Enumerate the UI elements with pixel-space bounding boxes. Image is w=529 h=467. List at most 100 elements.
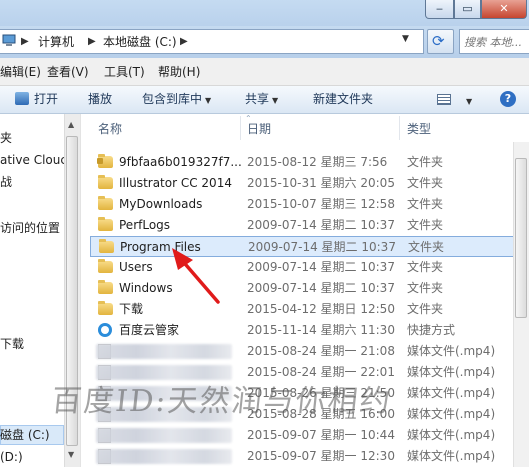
breadcrumb-separator[interactable]: ▶	[88, 34, 96, 50]
nav-item-downloads[interactable]: 下载	[0, 336, 24, 352]
minimize-button[interactable]: ‒	[425, 0, 454, 19]
window-title-bar: ‒ ▭ ✕	[0, 0, 529, 26]
play-button[interactable]: 播放	[88, 91, 112, 107]
open-icon	[15, 92, 29, 105]
file-row[interactable]: Illustrator CC 2014 2015-10-31 星期六 20:05 文…	[90, 173, 529, 194]
file-type: 文件夹	[407, 176, 444, 190]
share-button[interactable]: 共享 ▼	[245, 91, 278, 109]
close-icon: ✕	[499, 2, 509, 15]
maximize-button[interactable]: ▭	[454, 0, 481, 19]
file-name: Windows	[119, 281, 173, 295]
search-box[interactable]	[459, 29, 529, 54]
redacted-file-name	[96, 428, 232, 443]
column-divider[interactable]	[240, 116, 241, 140]
folder-icon	[98, 301, 113, 315]
file-row[interactable]: 2015-08-24 星期一 21:08 媒体文件(.mp4)	[90, 341, 529, 362]
lock-folder-icon	[97, 154, 113, 168]
column-header-name[interactable]: 名称	[98, 121, 122, 137]
menu-help[interactable]: 帮助(H)	[158, 64, 200, 80]
include-in-library-label: 包含到库中	[142, 92, 203, 106]
folder-icon	[98, 217, 113, 231]
folder-icon	[99, 239, 114, 253]
file-type: 文件夹	[407, 260, 444, 274]
file-type: 文件夹	[407, 302, 444, 316]
file-row[interactable]: 9fbfaa6b019327f7... 2015-08-12 星期三 7:56 文件…	[90, 152, 529, 173]
file-row[interactable]: 2015-09-07 星期一 10:44 媒体文件(.mp4)	[90, 425, 529, 446]
new-folder-button[interactable]: 新建文件夹	[313, 91, 373, 107]
breadcrumb-local-disk-c[interactable]: 本地磁盘 (C:)	[103, 34, 177, 50]
file-row[interactable]: 百度云管家 2015-11-14 星期六 11:30 快捷方式	[90, 320, 529, 341]
chevron-down-icon: ▼	[205, 96, 212, 105]
file-date: 2009-07-14 星期二 10:37	[248, 240, 396, 254]
close-button[interactable]: ✕	[481, 0, 527, 19]
file-date: 2009-07-14 星期二 10:37	[247, 260, 395, 274]
file-type: 媒体文件(.mp4)	[407, 344, 496, 358]
include-in-library-button[interactable]: 包含到库中 ▼	[142, 91, 211, 109]
view-options-dropdown[interactable]: ▼	[463, 92, 472, 110]
file-date: 2015-08-12 星期三 7:56	[247, 155, 388, 169]
refresh-button[interactable]: ⟳	[427, 29, 454, 54]
file-name: Program Files	[120, 240, 201, 254]
nav-item[interactable]: 夹	[0, 130, 12, 146]
column-header-row: ⌃ 名称 日期 类型	[90, 114, 529, 142]
shortcut-icon	[98, 323, 112, 337]
file-name: MyDownloads	[119, 197, 203, 211]
chevron-down-icon: ▼	[272, 96, 279, 105]
search-input[interactable]	[464, 34, 528, 50]
column-divider[interactable]	[399, 116, 400, 140]
file-type: 文件夹	[407, 281, 444, 295]
breadcrumb-computer[interactable]: 计算机	[38, 34, 74, 50]
command-toolbar: 打开 播放 包含到库中 ▼ 共享 ▼ 新建文件夹 ▼ ?	[0, 86, 529, 114]
file-date: 2015-04-12 星期日 12:50	[247, 302, 395, 316]
menu-edit[interactable]: 编辑(E)	[0, 64, 41, 80]
file-row[interactable]: MyDownloads 2015-10-07 星期三 12:58 文件夹	[90, 194, 529, 215]
file-date: 2015-10-31 星期六 20:05	[247, 176, 395, 190]
breadcrumb-separator[interactable]: ▶	[21, 34, 29, 50]
address-history-dropdown-icon[interactable]: ▼	[402, 34, 409, 44]
column-header-date[interactable]: 日期	[247, 121, 271, 137]
watermark-text: 百度ID:天然润与你相约	[49, 384, 394, 419]
nav-item-drive-d[interactable]: (D:)	[0, 449, 23, 465]
chevron-down-icon: ▼	[466, 97, 473, 106]
menu-view[interactable]: 查看(V)	[47, 64, 89, 80]
file-date: 2009-07-14 星期二 10:37	[247, 281, 395, 295]
change-view-icon[interactable]	[437, 94, 451, 105]
file-type: 媒体文件(.mp4)	[407, 428, 496, 442]
nav-item-creative-cloud[interactable]: ative Clouc	[0, 152, 67, 168]
file-type: 文件夹	[407, 197, 444, 211]
menu-tools[interactable]: 工具(T)	[104, 64, 145, 80]
folder-icon	[98, 196, 113, 210]
breadcrumb-separator[interactable]: ▶	[180, 34, 188, 50]
folder-icon	[98, 280, 113, 294]
scroll-down-icon[interactable]: ▼	[68, 450, 74, 459]
file-row[interactable]: PerfLogs 2009-07-14 星期二 10:37 文件夹	[90, 215, 529, 236]
scroll-up-icon[interactable]: ▲	[68, 120, 74, 129]
folder-icon	[98, 259, 113, 273]
file-date: 2015-10-07 星期三 12:58	[247, 197, 395, 211]
address-row: ▶ 计算机 ▶ 本地磁盘 (C:) ▶ ▼ ⟳	[0, 26, 529, 58]
file-name: Users	[119, 260, 153, 274]
help-button[interactable]: ?	[500, 91, 516, 107]
file-row-selected[interactable]: Program Files 2009-07-14 星期二 10:37 文件夹	[90, 236, 529, 257]
nav-item-local-disk-c[interactable]: 磁盘 (C:)	[0, 427, 50, 443]
file-name: 下载	[119, 302, 144, 316]
folder-icon	[98, 175, 113, 189]
file-name: PerfLogs	[119, 218, 171, 232]
column-header-type[interactable]: 类型	[407, 121, 431, 137]
file-row[interactable]: Users 2009-07-14 星期二 10:37 文件夹	[90, 257, 529, 278]
file-list-scrollbar-thumb[interactable]	[515, 158, 527, 318]
menu-bar: 编辑(E) 查看(V) 工具(T) 帮助(H)	[0, 58, 529, 86]
file-row[interactable]: 2015-09-07 星期一 12:30 媒体文件(.mp4)	[90, 446, 529, 467]
file-row[interactable]: Windows 2009-07-14 星期二 10:37 文件夹	[90, 278, 529, 299]
nav-item[interactable]: 战	[0, 174, 12, 190]
address-bar[interactable]: ▶ 计算机 ▶ 本地磁盘 (C:) ▶ ▼	[0, 29, 424, 54]
file-name: Illustrator CC 2014	[119, 176, 232, 190]
file-type: 媒体文件(.mp4)	[407, 386, 496, 400]
file-type: 文件夹	[407, 218, 444, 232]
file-name: 9fbfaa6b019327f7...	[119, 155, 242, 169]
file-date: 2015-09-07 星期一 12:30	[247, 449, 395, 463]
open-button[interactable]: 打开	[34, 91, 58, 107]
file-type: 媒体文件(.mp4)	[407, 449, 496, 463]
nav-item-recent-places[interactable]: 访问的位置	[0, 220, 60, 236]
file-row[interactable]: 下载 2015-04-12 星期日 12:50 文件夹	[90, 299, 529, 320]
